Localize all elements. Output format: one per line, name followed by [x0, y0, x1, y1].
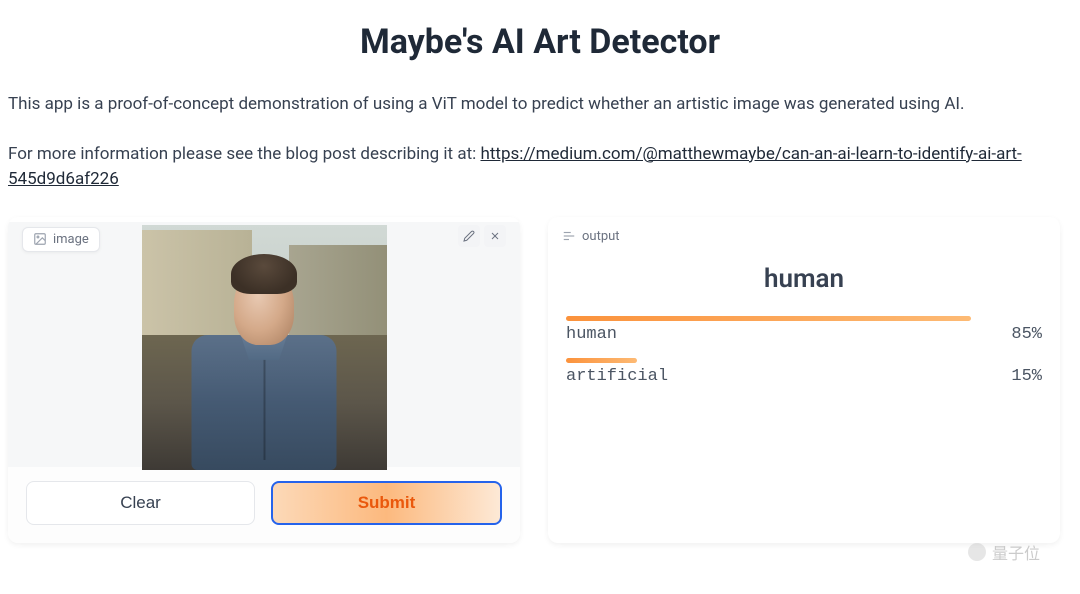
clear-button[interactable]: Clear [26, 481, 255, 525]
pencil-icon [463, 230, 475, 242]
progress-fill [566, 358, 637, 363]
close-button[interactable] [484, 225, 506, 247]
result-row: human 85% [566, 316, 1042, 344]
result-value: 15% [1011, 367, 1042, 386]
watermark: 量子位 [968, 540, 1040, 564]
image-icon [33, 232, 47, 246]
result-label: artificial [566, 367, 668, 386]
input-label-tab: image [22, 227, 100, 252]
page-title: Maybe's AI Art Detector [8, 22, 1072, 62]
result-line: human 85% [566, 325, 1042, 344]
output-panel: output human human 85% artificial [548, 217, 1060, 543]
submit-button[interactable]: Submit [271, 481, 502, 525]
result-rows: human 85% artificial 15% [548, 316, 1060, 386]
input-header-actions [458, 225, 506, 247]
button-row: Clear Submit [8, 467, 520, 543]
bars-icon [562, 229, 576, 243]
description-prefix: For more information please see the blog… [8, 144, 480, 164]
input-panel: image C [8, 217, 520, 543]
prediction-title: human [548, 264, 1060, 294]
output-panel-header: output [548, 217, 1060, 256]
result-value: 85% [1011, 325, 1042, 344]
result-label: human [566, 325, 617, 344]
wechat-icon [968, 543, 986, 561]
description-more-info: For more information please see the blog… [8, 142, 1072, 193]
close-icon [489, 230, 501, 242]
result-row: artificial 15% [566, 358, 1042, 386]
progress-fill [566, 316, 971, 321]
edit-button[interactable] [458, 225, 480, 247]
progress-bar-human [566, 316, 1042, 321]
input-label: image [53, 232, 89, 247]
output-label-tab: output [562, 227, 620, 246]
output-label: output [582, 229, 620, 244]
watermark-text: 量子位 [992, 540, 1040, 564]
description-intro: This app is a proof-of-concept demonstra… [8, 92, 1072, 118]
panels-container: image C [8, 217, 1072, 543]
result-line: artificial 15% [566, 367, 1042, 386]
progress-bar-artificial [566, 358, 1042, 363]
input-panel-header: image [8, 217, 520, 262]
